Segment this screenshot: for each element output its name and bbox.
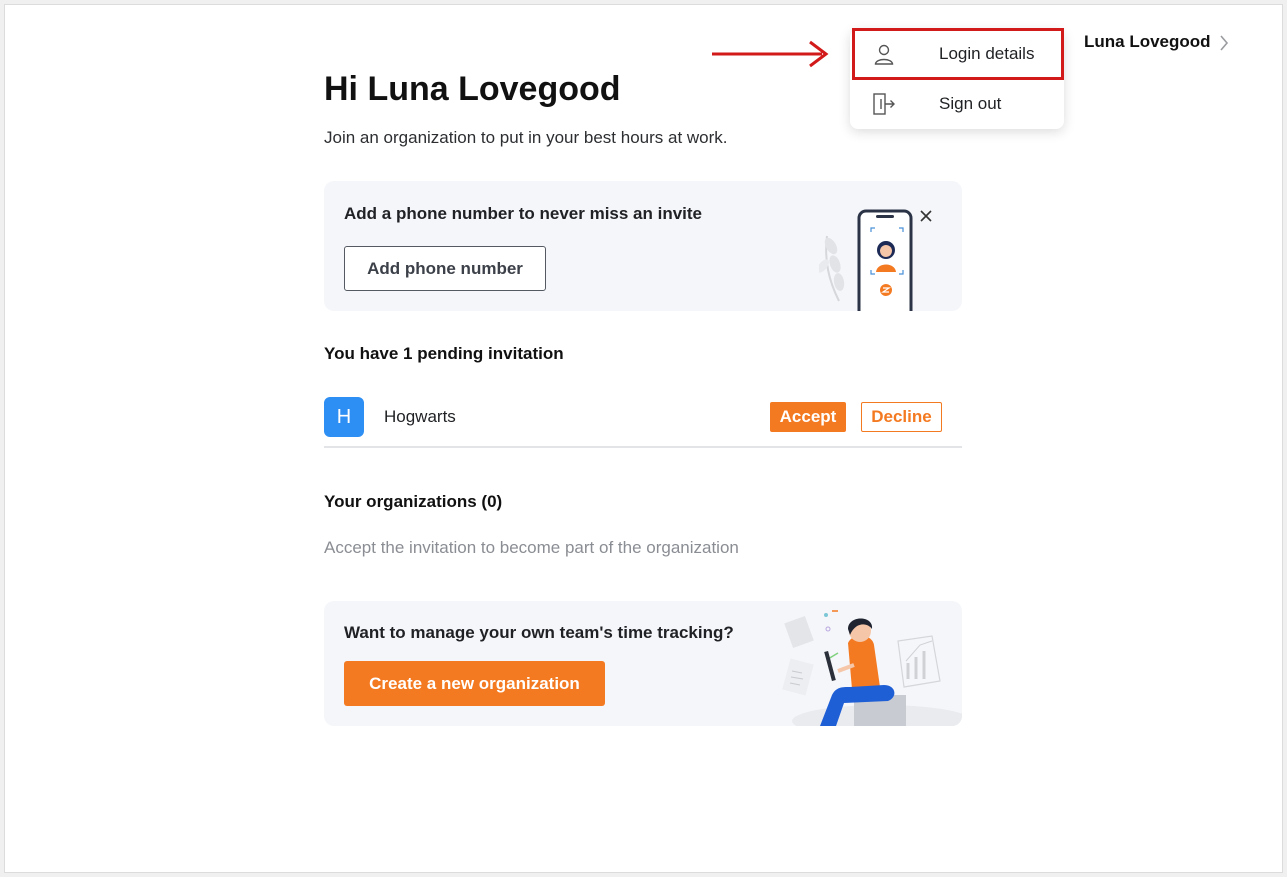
organizations-title: Your organizations (0): [324, 492, 503, 511]
accept-button[interactable]: Accept: [770, 402, 846, 432]
organizations-empty-text: Accept the invitation to become part of …: [324, 538, 739, 557]
menu-item-label: Sign out: [939, 94, 1002, 113]
phone-card-title: Add a phone number to never miss an invi…: [344, 204, 703, 223]
org-avatar: H: [324, 397, 364, 437]
menu-item-sign-out[interactable]: Sign out: [850, 79, 1064, 129]
close-icon[interactable]: [918, 208, 934, 224]
invitation-row: H Hogwarts Accept Decline: [324, 396, 962, 448]
phone-illustration: [819, 209, 913, 311]
phone-number-card: Add a phone number to never miss an invi…: [324, 181, 962, 311]
person-laptop-illustration: [782, 610, 962, 726]
sign-out-icon: [873, 93, 895, 115]
page-title: Hi Luna Lovegood: [324, 70, 621, 108]
page-subtitle: Join an organization to put in your best…: [324, 128, 728, 147]
annotation-highlight-box: [852, 28, 1064, 80]
org-name: Hogwarts: [384, 407, 456, 426]
pending-invitations-title: You have 1 pending invitation: [324, 344, 564, 363]
create-organization-card: Want to manage your own team's time trac…: [324, 601, 962, 726]
create-organization-button[interactable]: Create a new organization: [344, 661, 605, 706]
chevron-right-icon[interactable]: [1216, 34, 1232, 52]
user-name[interactable]: Luna Lovegood: [1084, 32, 1211, 52]
create-card-title: Want to manage your own team's time trac…: [344, 623, 734, 642]
decline-button[interactable]: Decline: [861, 402, 942, 432]
annotation-arrow: [712, 40, 829, 68]
add-phone-number-button[interactable]: Add phone number: [344, 246, 546, 291]
